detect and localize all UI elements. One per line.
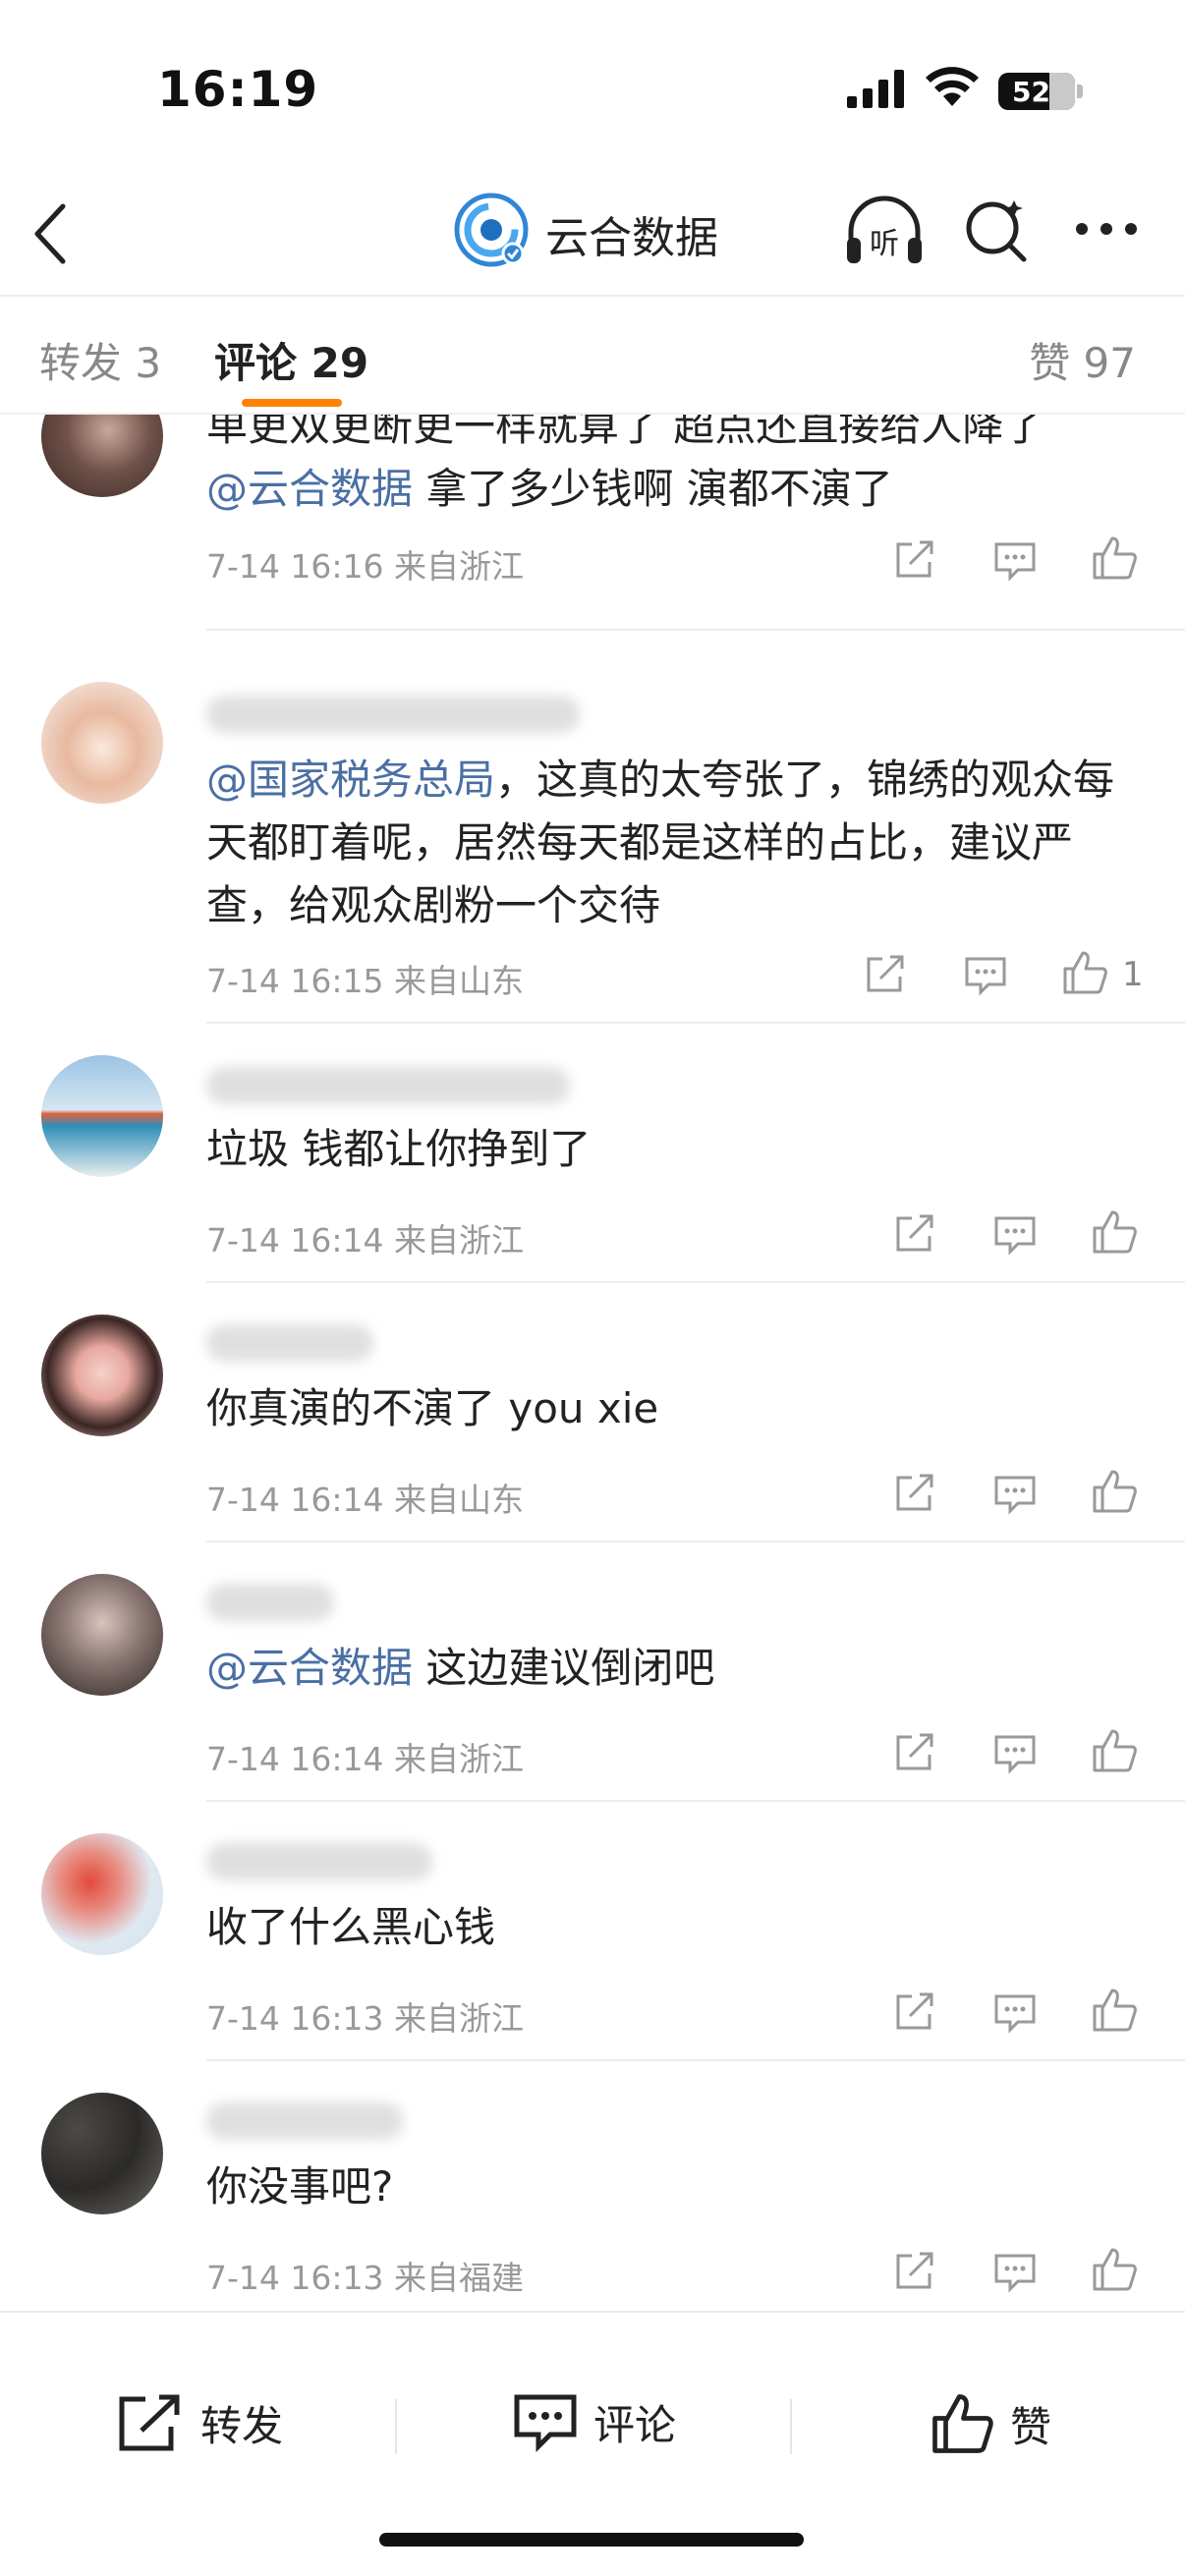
tab-repost[interactable]: 转发 3 xyxy=(39,330,161,390)
comment-icon[interactable] xyxy=(963,953,1008,996)
comment-meta: 7-14 16:13 来自浙江 xyxy=(206,1999,524,2038)
comment-button[interactable]: 评论 xyxy=(513,2391,676,2452)
share-icon[interactable] xyxy=(892,1990,937,2034)
comment-meta: 7-14 16:14 来自山东 xyxy=(206,1481,524,1519)
cellular-signal-icon xyxy=(847,70,904,108)
like-icon[interactable] xyxy=(1091,1468,1138,1515)
comment-item: 你没事吧? 7-14 16:13 来自福建 xyxy=(0,2061,1185,2311)
search-icon[interactable] xyxy=(963,193,1032,267)
nav-bar: 云合数据 听 xyxy=(0,167,1185,295)
avatar[interactable] xyxy=(41,1833,163,1955)
like-button[interactable]: 赞 xyxy=(930,2391,1051,2456)
comment-item: 你真演的不演了 you xie 7-14 16:14 来自山东 xyxy=(0,1283,1185,1542)
username-blurred[interactable] xyxy=(206,1584,334,1621)
page-title[interactable]: 云合数据 xyxy=(545,202,718,265)
mention-link[interactable]: @国家税务总局 xyxy=(206,756,495,804)
comment-text: 单更双更断更一样就算了 超点还直接给人降了 @云合数据 拿了多少钱啊 演都不演了 xyxy=(206,415,1140,521)
comment-text: 收了什么黑心钱 xyxy=(206,1903,496,1951)
comment-text: 你没事吧? xyxy=(206,2162,394,2211)
comment-item: @云合数据 这边建议倒闭吧 7-14 16:14 来自浙江 xyxy=(0,1542,1185,1802)
comment-text: @国家税务总局，这真的太夸张了，锦绣的观众每天都盯着呢，居然每天都是这样的占比，… xyxy=(206,749,1150,937)
tab-bar: 转发 3 评论 29 赞 97 xyxy=(0,295,1185,415)
status-time: 16:19 xyxy=(157,61,319,118)
comment-meta: 7-14 16:13 来自福建 xyxy=(206,2259,524,2297)
comment-text: 垃圾 钱都让你挣到了 xyxy=(206,1125,592,1173)
share-icon[interactable] xyxy=(892,538,937,582)
separator xyxy=(790,2399,792,2454)
avatar[interactable] xyxy=(41,2093,163,2214)
comment-label: 评论 xyxy=(593,2400,677,2449)
like-label: 赞 xyxy=(1010,2402,1052,2451)
mention-link[interactable]: @云合数据 xyxy=(206,465,413,513)
comment-list: 单更双更断更一样就算了 超点还直接给人降了 @云合数据 拿了多少钱啊 演都不演了… xyxy=(0,415,1185,2311)
wifi-icon xyxy=(926,67,979,106)
avatar[interactable] xyxy=(41,1055,163,1177)
avatar[interactable] xyxy=(41,415,163,497)
like-icon[interactable] xyxy=(1091,1987,1138,2034)
comment-item: 单更双更断更一样就算了 超点还直接给人降了 @云合数据 拿了多少钱啊 演都不演了… xyxy=(0,415,1185,631)
share-icon[interactable] xyxy=(863,953,908,996)
comment-icon[interactable] xyxy=(992,1472,1038,1515)
share-icon[interactable] xyxy=(892,1212,937,1256)
like-icon[interactable] xyxy=(1091,534,1138,582)
battery-tip xyxy=(1077,84,1083,98)
back-icon[interactable] xyxy=(31,202,71,265)
username-blurred[interactable] xyxy=(206,2102,403,2140)
avatar[interactable] xyxy=(41,1315,163,1436)
username-blurred[interactable] xyxy=(206,1324,373,1362)
repost-button[interactable]: 转发 xyxy=(116,2391,283,2454)
more-icon[interactable] xyxy=(1075,222,1138,236)
active-tab-indicator xyxy=(242,399,342,407)
home-indicator[interactable] xyxy=(379,2533,804,2547)
username-blurred[interactable] xyxy=(206,696,580,733)
battery-level: 52 xyxy=(1012,75,1050,108)
comment-icon[interactable] xyxy=(992,1731,1038,1774)
comment-meta: 7-14 16:14 来自浙江 xyxy=(206,1221,524,1260)
comment-icon[interactable] xyxy=(992,1990,1038,2034)
comment-icon[interactable] xyxy=(992,538,1038,582)
repost-label: 转发 xyxy=(200,2401,284,2450)
like-count: 1 xyxy=(1122,955,1144,994)
like-icon[interactable] xyxy=(1091,1208,1138,1256)
tab-likes[interactable]: 赞 97 xyxy=(1029,330,1136,390)
brand-logo-avatar[interactable] xyxy=(454,193,529,267)
comment-body-tail: 拿了多少钱啊 演都不演了 xyxy=(413,465,893,513)
share-icon[interactable] xyxy=(892,2250,937,2293)
comment-body: 单更双更断更一样就算了 超点还直接给人降了 xyxy=(206,415,1045,450)
comment-text: @云合数据 这边建议倒闭吧 xyxy=(206,1637,1140,1700)
comment-meta: 7-14 16:14 来自浙江 xyxy=(206,1740,524,1778)
status-bar: 16:19 52 xyxy=(0,0,1185,167)
share-icon[interactable] xyxy=(892,1731,937,1774)
svg-text:听: 听 xyxy=(870,227,899,261)
like-icon[interactable] xyxy=(1091,2246,1138,2293)
comment-icon[interactable] xyxy=(992,2250,1038,2293)
battery-icon: 52 xyxy=(998,73,1075,110)
share-icon xyxy=(119,2394,180,2451)
username-blurred[interactable] xyxy=(206,1067,570,1104)
comment-item: @国家税务总局，这真的太夸张了，锦绣的观众每天都盯着呢，居然每天都是这样的占比，… xyxy=(0,631,1185,1024)
share-icon[interactable] xyxy=(892,1472,937,1515)
comment-text: 你真演的不演了 you xie xyxy=(206,1384,659,1432)
like-icon[interactable] xyxy=(1061,949,1108,996)
avatar[interactable] xyxy=(41,1574,163,1696)
comment-meta: 7-14 16:16 来自浙江 xyxy=(206,547,524,586)
comment-item: 收了什么黑心钱 7-14 16:13 来自浙江 xyxy=(0,1802,1185,2061)
username-blurred[interactable] xyxy=(206,1843,432,1880)
comment-item: 垃圾 钱都让你挣到了 7-14 16:14 来自浙江 xyxy=(0,1024,1185,1283)
comment-icon xyxy=(514,2394,577,2452)
headphones-listen-icon[interactable]: 听 xyxy=(843,193,926,267)
mention-link[interactable]: @云合数据 xyxy=(206,1644,413,1692)
like-icon[interactable] xyxy=(1091,1727,1138,1774)
comment-icon[interactable] xyxy=(992,1212,1038,1256)
separator xyxy=(395,2399,397,2454)
tab-comment[interactable]: 评论 29 xyxy=(214,330,368,390)
comment-body: 这边建议倒闭吧 xyxy=(413,1644,715,1692)
like-icon xyxy=(932,2394,993,2453)
comment-meta: 7-14 16:15 来自山东 xyxy=(206,962,524,1000)
avatar[interactable] xyxy=(41,682,163,804)
